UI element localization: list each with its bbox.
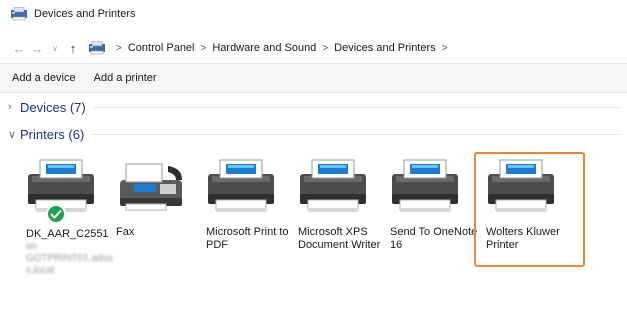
add-device-button[interactable]: Add a device: [12, 72, 76, 84]
printer-item-microsoft-print-to-pdf[interactable]: Microsoft Print to PDF: [206, 158, 296, 252]
printer-sublabel: on: [26, 241, 38, 252]
breadcrumb-separator-icon[interactable]: >: [201, 43, 207, 54]
group-devices[interactable]: › Devices (7): [8, 97, 627, 117]
breadcrumb-separator-icon[interactable]: >: [322, 43, 328, 54]
up-arrow-icon[interactable]: ↑: [64, 38, 82, 58]
printer-label: Send To OneNote 16: [390, 226, 478, 251]
printer-item-dk-aar-c2551[interactable]: DK_AAR_C2551 on GOTPRINT01.adss s.local: [26, 158, 116, 277]
printer-label: Fax: [116, 226, 135, 238]
printer-label: DK_AAR_C2551: [26, 228, 109, 240]
forward-arrow-icon[interactable]: →: [28, 38, 46, 58]
control-panel-icon: [88, 41, 106, 55]
printer-label: Microsoft XPS Document Writer: [298, 226, 381, 251]
printer-item-fax[interactable]: Fax: [116, 158, 206, 239]
printer-icon: [390, 158, 460, 214]
fax-icon: [116, 158, 186, 214]
address-bar[interactable]: ← → ∨ ↑ > Control Panel > Hardware and S…: [0, 34, 627, 62]
breadcrumb-separator-icon[interactable]: >: [116, 43, 122, 54]
printer-icon: [206, 158, 276, 214]
group-title-printers[interactable]: Printers (6): [20, 127, 84, 142]
printer-sublabel: GOTPRINT01.adss: [26, 253, 113, 264]
chevron-right-icon[interactable]: ›: [8, 101, 18, 113]
printer-item-send-to-onenote-16[interactable]: Send To OneNote 16: [390, 158, 480, 252]
devices-printers-icon: [10, 7, 28, 21]
breadcrumb-devices-and-printers[interactable]: Devices and Printers: [334, 42, 436, 54]
group-printers[interactable]: ∨ Printers (6): [8, 124, 627, 144]
breadcrumb-hardware-and-sound[interactable]: Hardware and Sound: [212, 42, 316, 54]
breadcrumb-separator-icon[interactable]: >: [442, 43, 448, 54]
group-divider: [93, 106, 619, 108]
printer-label: Microsoft Print to PDF: [206, 226, 289, 251]
title-bar: Devices and Printers: [0, 0, 627, 28]
selection-highlight-box: [474, 152, 585, 267]
command-toolbar: Add a device Add a printer: [0, 63, 627, 93]
group-title-devices[interactable]: Devices (7): [20, 100, 86, 115]
printer-icon: [298, 158, 368, 214]
printer-item-microsoft-xps-document-writer[interactable]: Microsoft XPS Document Writer: [298, 158, 388, 252]
group-divider: [92, 133, 619, 135]
window-title: Devices and Printers: [34, 8, 136, 20]
default-printer-check-icon: [46, 204, 66, 224]
chevron-down-icon[interactable]: ∨: [8, 128, 18, 141]
breadcrumb-control-panel[interactable]: Control Panel: [128, 42, 195, 54]
recent-chevron-down-icon[interactable]: ∨: [46, 38, 64, 58]
printer-sublabel: s.local: [26, 265, 55, 276]
back-arrow-icon[interactable]: ←: [10, 38, 28, 58]
add-printer-button[interactable]: Add a printer: [94, 72, 157, 84]
